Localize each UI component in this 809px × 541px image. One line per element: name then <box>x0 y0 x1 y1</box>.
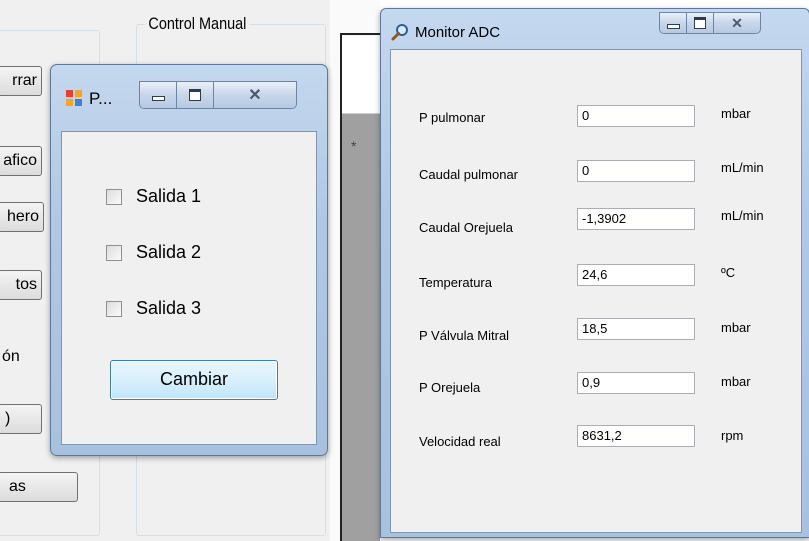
monitor-window: Monitor ADC ✕ P pulmonar 0 mbar Caudal p… <box>380 8 809 538</box>
dialog-caption-buttons: ✕ <box>139 81 297 109</box>
side-button-label: ) <box>5 410 11 427</box>
field-velocidad-real[interactable]: 8631,2 <box>577 425 695 447</box>
unit-caudal-orejuela: mL/min <box>721 208 764 223</box>
control-manual-title: Control Manual <box>145 14 250 34</box>
unit-caudal-pulmonar: mL/min <box>721 160 764 175</box>
checkbox-label: Salida 1 <box>136 186 202 206</box>
field-caudal-pulmonar[interactable]: 0 <box>577 160 695 182</box>
checkbox-label: Salida 3 <box>136 298 202 318</box>
monitor-client-area: P pulmonar 0 mbar Caudal pulmonar 0 mL/m… <box>390 49 802 533</box>
monitor-caption-buttons: ✕ <box>659 12 761 34</box>
maximize-button[interactable] <box>177 82 214 108</box>
unit-p-pulmonar: mbar <box>721 106 751 121</box>
label-caudal-pulmonar: Caudal pulmonar <box>419 167 519 182</box>
maximize-icon <box>189 89 201 101</box>
minimize-button[interactable] <box>660 13 687 33</box>
side-button-label: rrar <box>12 72 37 89</box>
checkbox-salida-1[interactable]: Salida 1 <box>106 186 201 207</box>
unit-velocidad-real: rpm <box>721 428 744 443</box>
field-temperatura[interactable]: 24,6 <box>577 264 695 286</box>
field-p-valvula-mitral[interactable]: 18,5 <box>577 318 695 340</box>
checkbox-label: Salida 2 <box>136 242 202 262</box>
unit-p-valvula-mitral: mbar <box>721 320 751 335</box>
checkbox-box[interactable] <box>106 300 122 317</box>
maximize-button[interactable] <box>687 13 714 33</box>
checkbox-box[interactable] <box>106 188 122 205</box>
side-button-as[interactable]: as <box>0 472 78 502</box>
field-p-pulmonar[interactable]: 0 <box>577 105 695 127</box>
field-p-orejuela[interactable]: 0,9 <box>577 372 695 394</box>
checkbox-box[interactable] <box>106 244 122 261</box>
dialog-window: P... ✕ Salida 1 Salida 2 Salida 3 Cambia… <box>50 64 328 456</box>
unit-temperatura: ºC <box>721 265 736 280</box>
label-velocidad-real: Velocidad real <box>419 434 501 449</box>
side-button-paren[interactable]: ) <box>0 404 42 434</box>
label-p-orejuela: P Orejuela <box>419 380 481 395</box>
minimize-icon <box>151 95 165 101</box>
side-button-cerrar[interactable]: rrar <box>0 66 42 96</box>
checkbox-salida-3[interactable]: Salida 3 <box>106 298 201 319</box>
label-p-pulmonar: P pulmonar <box>419 110 486 125</box>
side-button-label: hero <box>6 208 39 225</box>
monitor-app-icon <box>391 23 409 41</box>
strip-border-top <box>340 33 380 35</box>
side-button-label: tos <box>15 276 37 293</box>
side-button-grafico[interactable]: afico <box>0 146 42 176</box>
close-icon: ✕ <box>731 14 743 31</box>
close-icon: ✕ <box>248 87 262 104</box>
maximize-icon <box>694 17 706 29</box>
dialog-app-icon <box>65 89 83 107</box>
monitor-title: Monitor ADC <box>415 24 501 41</box>
side-button-fichero[interactable]: hero <box>0 202 44 232</box>
minimize-icon <box>666 23 680 29</box>
strip-row-marker: * <box>351 138 357 154</box>
cambiar-button[interactable]: Cambiar <box>110 360 278 400</box>
label-temperatura: Temperatura <box>419 275 492 290</box>
field-caudal-orejuela[interactable]: -1,3902 <box>577 208 695 230</box>
close-button[interactable]: ✕ <box>714 13 760 33</box>
minimize-button[interactable] <box>140 82 177 108</box>
side-label-on: ón <box>2 348 20 365</box>
checkbox-salida-2[interactable]: Salida 2 <box>106 242 201 263</box>
unit-p-orejuela: mbar <box>721 374 751 389</box>
label-p-valvula-mitral: P Válvula Mitral <box>419 328 510 343</box>
dialog-client-area: Salida 1 Salida 2 Salida 3 Cambiar <box>61 131 317 445</box>
strip-grid-header <box>342 36 380 114</box>
close-button[interactable]: ✕ <box>214 82 296 108</box>
form-app-icon <box>66 90 82 106</box>
side-button-label: as <box>9 478 26 495</box>
magnifier-icon <box>391 24 408 41</box>
side-button-label: afico <box>3 152 37 169</box>
label-caudal-orejuela: Caudal Orejuela <box>419 220 513 235</box>
dialog-title: P... <box>89 89 113 108</box>
side-button-datos[interactable]: tos <box>0 270 42 300</box>
